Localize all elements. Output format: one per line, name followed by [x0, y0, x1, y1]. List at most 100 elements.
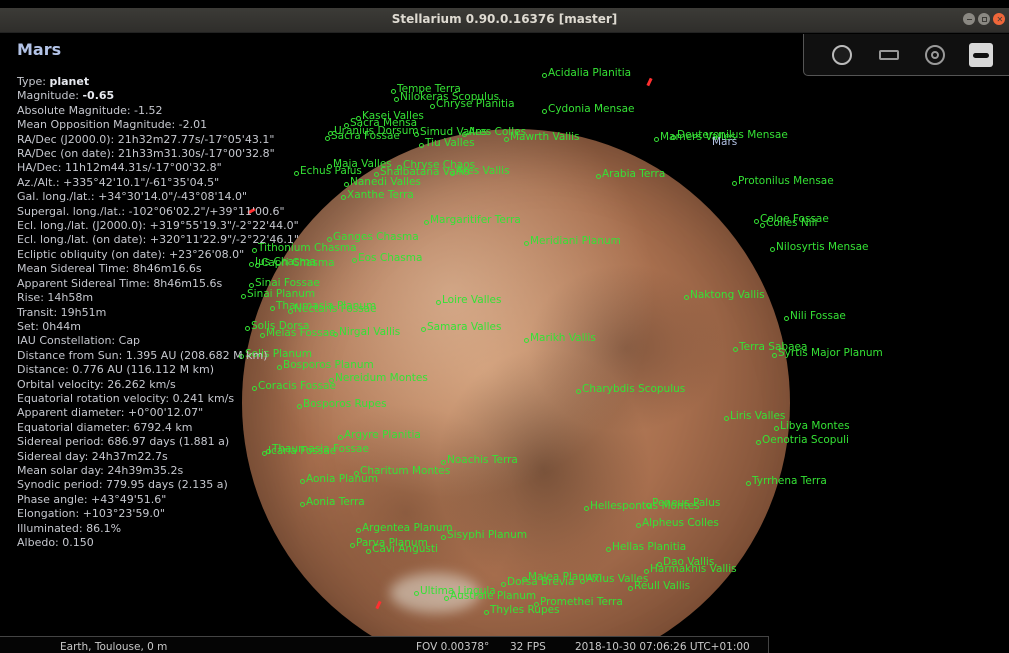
target-marker: [646, 77, 653, 87]
object-info-line: RA/Dec (on date): 21h33m31.30s/-17°00'32…: [17, 147, 299, 161]
surface-feature-label[interactable]: Nirgal Vallis: [333, 326, 400, 338]
feature-name: Chryse Planitia: [436, 98, 515, 110]
feature-marker-icon: [584, 506, 589, 511]
planet-label[interactable]: Mars: [712, 136, 737, 148]
surface-feature-label[interactable]: Xanthe Terra: [341, 189, 414, 201]
info-label: Az./Alt.: +335°42'10.1"/-61°35'04.5": [17, 175, 220, 189]
surface-feature-label[interactable]: Alpheus Colles: [636, 517, 719, 529]
info-label: Sidereal period: 686.97 days (1.881 a): [17, 435, 230, 449]
surface-feature-label[interactable]: Colles Nili: [760, 217, 818, 229]
location-text[interactable]: Earth, Toulouse, 0 m: [60, 641, 167, 653]
feature-name: Reull Vallis: [634, 580, 691, 592]
object-info-line: Magnitude: -0.65: [17, 89, 299, 103]
object-info-line: Apparent Sidereal Time: 8h46m15.6s: [17, 277, 299, 291]
surface-feature-label[interactable]: Protonilus Mensae: [732, 175, 834, 187]
info-label: Sidereal day: 24h37m22.7s: [17, 449, 168, 463]
feature-name: Eos Chasma: [358, 252, 423, 264]
object-info-line: Equatorial diameter: 6792.4 km: [17, 421, 299, 435]
surface-feature-label[interactable]: Australe Planum: [444, 590, 536, 602]
surface-feature-label[interactable]: Ares Vallis: [450, 165, 510, 177]
feature-marker-icon: [542, 73, 547, 78]
surface-feature-label[interactable]: Charybdis Scopulus: [576, 383, 685, 395]
feature-name: Liris Valles: [730, 410, 786, 422]
info-label: Magnitude:: [17, 89, 83, 103]
surface-feature-label[interactable]: Nilosyrtis Mensae: [770, 241, 869, 253]
feature-name: Marikh Vallis: [530, 332, 596, 344]
feature-name: Aonia Terra: [306, 496, 365, 508]
info-label: Supergal. long./lat.: -102°06'02.2"/+39°…: [17, 204, 285, 218]
feature-name: Tyrrhena Terra: [752, 475, 827, 487]
object-info-line: HA/Dec: 11h12m44.31s/-17°00'32.8": [17, 161, 299, 175]
feature-name: Nanedi Valles: [350, 176, 421, 188]
feature-marker-icon: [394, 97, 399, 102]
ocular-ccd-button[interactable]: [876, 42, 902, 68]
feature-marker-icon: [628, 586, 633, 591]
object-info-line: Sidereal day: 24h37m22.7s: [17, 450, 299, 464]
surface-feature-label[interactable]: Nereidum Montes: [329, 372, 428, 384]
surface-feature-label[interactable]: Samara Valles: [421, 321, 501, 333]
datetime-text[interactable]: 2018-10-30 07:06:26 UTC+01:00: [575, 641, 750, 653]
info-label: Phase angle: +43°49'51.6": [17, 492, 167, 506]
planet-disc-button[interactable]: [829, 42, 855, 68]
window-titlebar: Stellarium 0.90.0.16376 [master] ✕: [0, 8, 1009, 33]
surface-feature-label[interactable]: Noachis Terra: [441, 454, 518, 466]
minimize-button[interactable]: [963, 13, 975, 25]
feature-name: Hellas Planitia: [612, 541, 687, 553]
info-label: Apparent Sidereal Time: 8h46m15.6s: [17, 276, 223, 290]
object-info-line: Apparent diameter: +0°00'12.07": [17, 406, 299, 420]
feature-marker-icon: [636, 523, 641, 528]
surface-feature-label[interactable]: Harmakhis Vallis: [644, 563, 737, 575]
surface-feature-label[interactable]: Margaritifer Terra: [424, 214, 521, 226]
ccd-frame-icon: [879, 50, 899, 60]
surface-feature-label[interactable]: Acidalia Planitia: [542, 67, 631, 79]
surface-feature-label[interactable]: Meridiani Planum: [524, 235, 621, 247]
surface-feature-label[interactable]: Tyrrhena Terra: [746, 475, 827, 487]
feature-marker-icon: [784, 316, 789, 321]
surface-feature-label[interactable]: Argyre Planitia: [338, 429, 421, 441]
feature-name: Peneus Palus: [652, 497, 721, 509]
info-label: Albedo: 0.150: [17, 536, 94, 549]
surface-feature-label[interactable]: Argentea Planum: [356, 522, 453, 534]
feature-marker-icon: [760, 223, 765, 228]
object-info-line: IAU Constellation: Cap: [17, 334, 299, 348]
surface-feature-label[interactable]: Chryse Planitia: [430, 98, 515, 110]
info-label: Distance from Sun: 1.395 AU (208.682 M k…: [17, 348, 268, 362]
surface-feature-label[interactable]: Loire Valles: [436, 294, 501, 306]
surface-feature-label[interactable]: Sisyphi Planum: [441, 529, 528, 541]
feature-marker-icon: [580, 579, 585, 584]
info-label: HA/Dec: 11h12m44.31s/-17°00'32.8": [17, 161, 222, 175]
surface-feature-label[interactable]: Cydonia Mensae: [542, 103, 635, 115]
surface-feature-label[interactable]: Aonia Planum: [300, 473, 378, 485]
surface-feature-label[interactable]: Arabia Terra: [596, 168, 665, 180]
tools-button[interactable]: [968, 42, 994, 68]
feature-marker-icon: [542, 109, 547, 114]
surface-feature-label[interactable]: Naktong Vallis: [684, 289, 765, 301]
telescope-target-button[interactable]: [922, 42, 948, 68]
surface-feature-label[interactable]: Aonia Terra: [300, 496, 365, 508]
surface-feature-label[interactable]: Reull Vallis: [628, 580, 691, 592]
surface-feature-label[interactable]: Liris Valles: [724, 410, 786, 422]
surface-feature-label[interactable]: Tiu Valles: [419, 137, 475, 149]
surface-feature-label[interactable]: Thyles Rupes: [484, 604, 560, 616]
surface-feature-label[interactable]: Mawrth Vallis: [504, 131, 580, 143]
surface-feature-label[interactable]: Marikh Vallis: [524, 332, 596, 344]
surface-feature-label[interactable]: Bosporos Rupes: [297, 398, 387, 410]
surface-feature-label[interactable]: Hellas Planitia: [606, 541, 687, 553]
surface-feature-label[interactable]: Dorsa Brevia: [501, 576, 574, 588]
surface-feature-label[interactable]: Syrtis Major Planum: [772, 347, 883, 359]
surface-feature-label[interactable]: Libya Montes: [774, 420, 850, 432]
surface-feature-label[interactable]: Eos Chasma: [352, 252, 423, 264]
feature-marker-icon: [300, 479, 305, 484]
surface-feature-label[interactable]: Peneus Palus: [646, 497, 721, 509]
surface-feature-label[interactable]: Cavi Angusti: [366, 543, 438, 555]
surface-feature-label[interactable]: Nanedi Valles: [344, 176, 421, 188]
maximize-button[interactable]: [978, 13, 990, 25]
feature-name: Naktong Vallis: [690, 289, 765, 301]
surface-feature-label[interactable]: Nili Fossae: [784, 310, 846, 322]
surface-feature-label[interactable]: Oenotria Scopuli: [756, 434, 849, 446]
surface-feature-label[interactable]: Nectaris Fossae: [288, 303, 377, 315]
close-button[interactable]: ✕: [993, 13, 1005, 25]
surface-feature-label[interactable]: Sacra Fossae: [325, 130, 400, 142]
feature-name: Sisyphi Planum: [447, 529, 528, 541]
feature-name: Colles Nili: [766, 217, 818, 229]
